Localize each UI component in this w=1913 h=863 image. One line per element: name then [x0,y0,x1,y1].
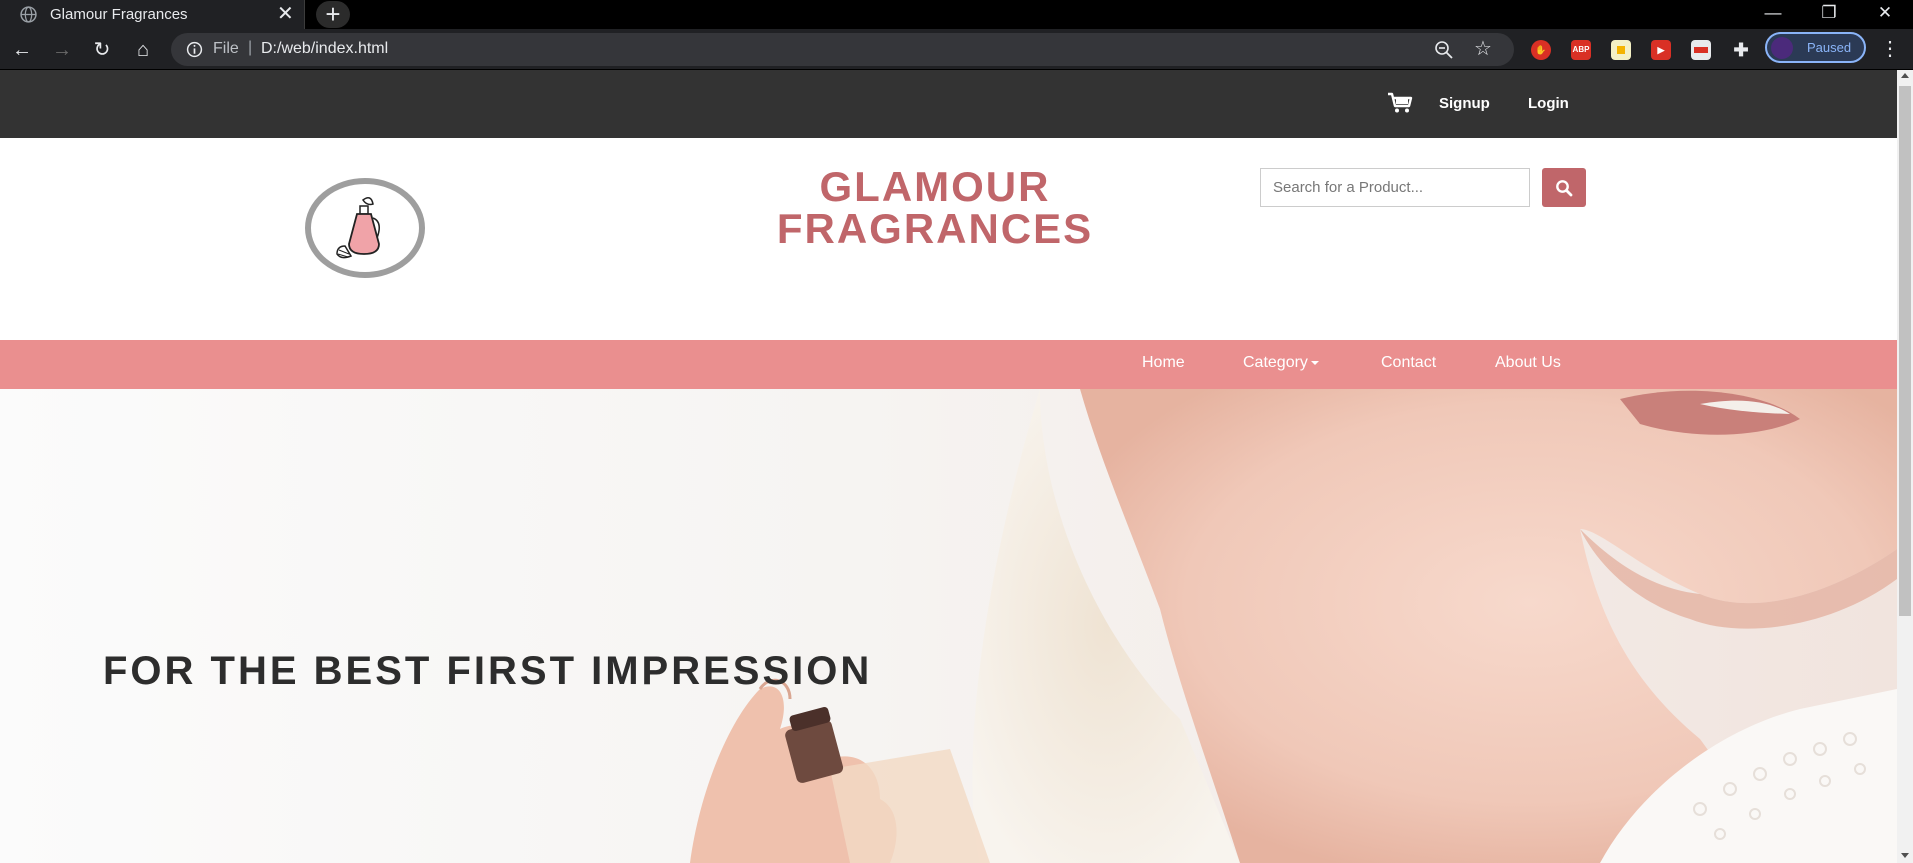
nav-category-label: Category [1243,354,1308,371]
menu-kebab-icon[interactable]: ⋮ [1880,36,1900,61]
browser-tab[interactable]: Glamour Fragrances ✕ [0,0,305,29]
nav-category[interactable]: Category [1243,354,1319,372]
browser-titlebar: Glamour Fragrances ✕ + — ❐ ✕ [0,0,1913,29]
nav-contact[interactable]: Contact [1381,354,1436,372]
login-link[interactable]: Login [1528,95,1569,112]
hero-image [0,389,1897,863]
hero-banner: FOR THE BEST FIRST IMPRESSION [0,389,1897,863]
globe-icon [20,6,37,23]
minimize-icon[interactable]: — [1745,0,1801,29]
hero-headline: FOR THE BEST FIRST IMPRESSION [103,649,873,693]
nav-home[interactable]: Home [1142,354,1185,372]
page-scrollbar[interactable] [1897,70,1913,863]
search-icon [1556,179,1573,196]
browser-toolbar: ← → ↻ ⌂ File | D:/web/index.html ☆ ✋ ABP… [0,29,1913,70]
perfume-bottle-logo[interactable] [305,178,425,278]
search-input[interactable] [1260,168,1530,207]
scroll-down-icon[interactable] [1901,853,1909,858]
cart-icon[interactable] [1387,92,1413,114]
brand-title: GLAMOUR FRAGRANCES [720,166,1150,250]
scroll-up-icon[interactable] [1901,73,1909,78]
caret-down-icon [1310,360,1319,365]
search-button[interactable] [1542,168,1586,207]
home-icon[interactable]: ⌂ [129,36,157,64]
address-bar[interactable]: File | D:/web/index.html ☆ [171,33,1514,66]
bookmark-star-icon[interactable]: ☆ [1474,36,1492,61]
restore-icon[interactable]: ❐ [1801,0,1857,29]
profile-button[interactable]: Paused [1765,32,1866,63]
nav-about-us[interactable]: About Us [1495,354,1561,372]
top-bar: Signup Login [0,70,1897,138]
profile-status: Paused [1807,40,1852,55]
signup-link[interactable]: Signup [1439,95,1490,112]
back-icon[interactable]: ← [8,36,36,64]
puzzle-icon[interactable]: ✚ [1731,40,1751,60]
zoom-out-icon[interactable] [1434,40,1454,60]
extension-video-icon[interactable]: ▶ [1651,40,1671,60]
abp-icon[interactable]: ABP [1571,40,1591,60]
close-tab-icon[interactable]: ✕ [277,3,294,25]
reload-icon[interactable]: ↻ [88,36,116,64]
main-navbar: Home Category Contact About Us [0,340,1897,389]
page-viewport: Signup Login GLAMOUR FRAGRANCES Home Ca [0,70,1897,863]
tab-title: Glamour Fragrances [50,6,188,23]
url-scheme: File [213,40,239,57]
brand-line-2: FRAGRANCES [776,205,1094,252]
extension-card-icon[interactable] [1691,40,1711,60]
forward-icon[interactable]: → [48,36,76,64]
scrollbar-thumb[interactable] [1899,86,1911,616]
url-text[interactable]: D:/web/index.html [261,40,388,58]
extension-yellow-icon[interactable] [1611,40,1631,60]
adblock-stop-icon[interactable]: ✋ [1531,40,1551,60]
new-tab-button[interactable]: + [316,1,350,28]
info-icon[interactable] [186,41,203,58]
url-separator: | [248,39,253,56]
avatar [1771,37,1793,59]
brand-line-1: GLAMOUR [819,163,1051,210]
site-header: GLAMOUR FRAGRANCES [0,138,1897,340]
close-window-icon[interactable]: ✕ [1857,0,1913,29]
